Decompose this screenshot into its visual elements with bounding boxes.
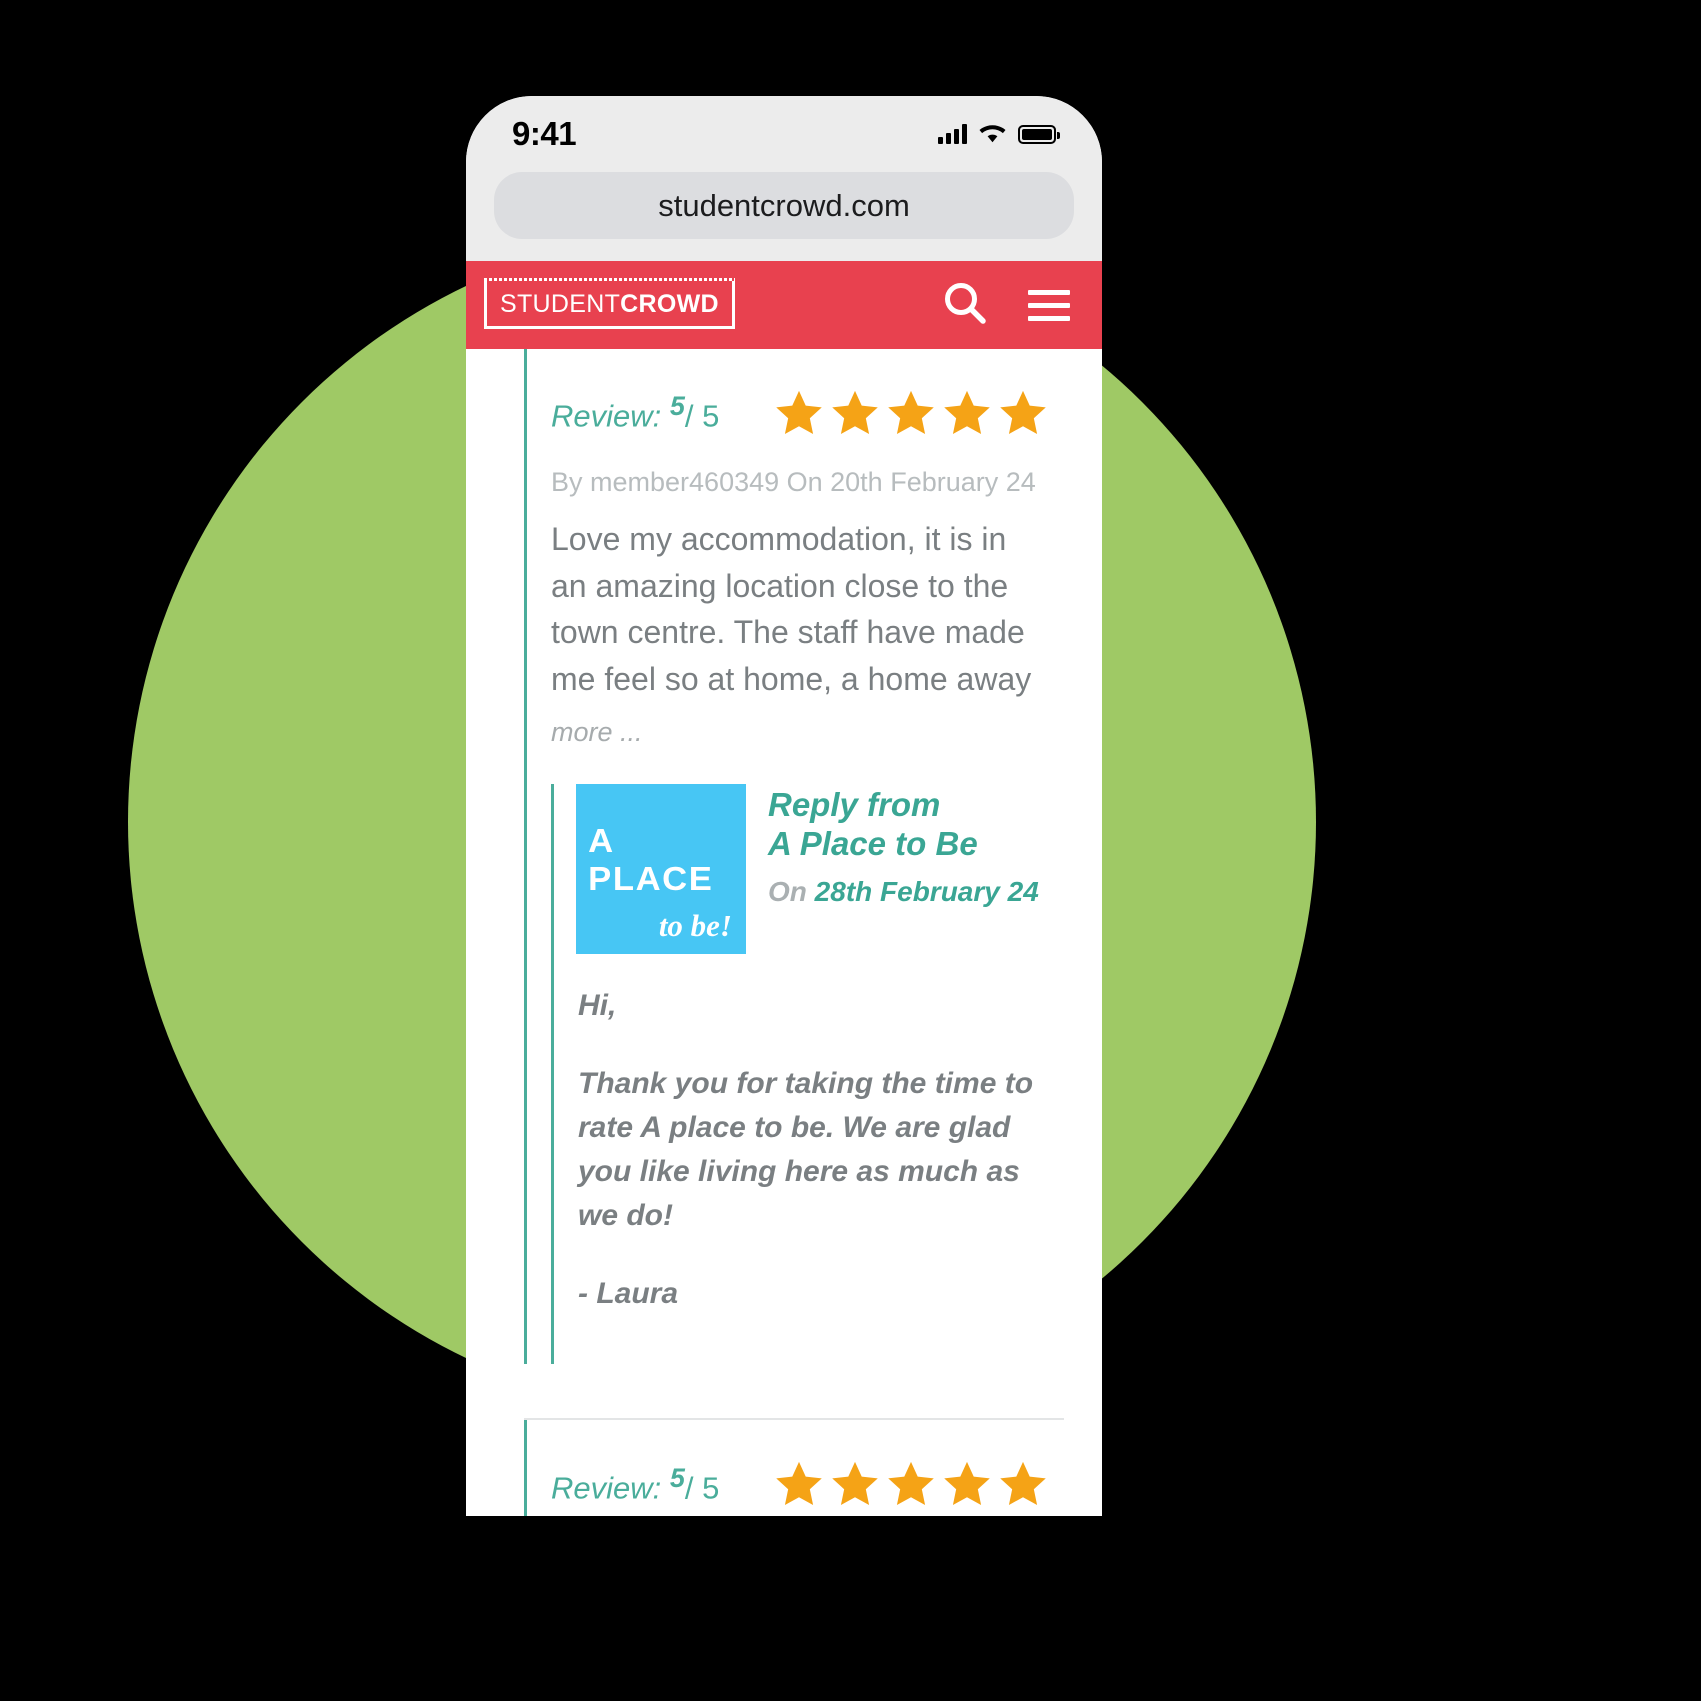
star-icon (888, 1462, 934, 1506)
status-bar-clock: 9:41 (512, 115, 577, 152)
reply-header: A PLACE to be! Reply from A Place to Be … (576, 783, 1064, 954)
reply-meta: Reply from A Place to Be On 28th Februar… (768, 784, 1039, 908)
review-rating-row: Review: 5/ 5 (527, 349, 1064, 439)
star-icon (944, 1462, 990, 1506)
review-byline: By member460349 On 20th February 24 (551, 467, 1036, 497)
star-rating (772, 1458, 1050, 1510)
star-icon (944, 390, 990, 435)
review-label: Review: (551, 1470, 662, 1506)
reply-paragraph: Thank you for taking the time to rate A … (578, 1066, 1034, 1233)
star-icon (888, 390, 934, 435)
header-actions (942, 280, 1070, 331)
reply-date-prefix: On (768, 875, 807, 907)
review-label: Review: (551, 398, 662, 434)
logo-text-light: STUDENT (500, 290, 621, 318)
reviews-page: Review: 5/ 5 By member460349 On 20th Feb… (466, 349, 1102, 1516)
review-score-outof: / 5 (684, 1470, 720, 1506)
search-icon[interactable] (942, 280, 988, 331)
star-icon (832, 390, 878, 435)
site-header: STUDENTCROWD (466, 261, 1102, 349)
review-score: Review: 5/ 5 (551, 1463, 719, 1506)
review-score-value: 5 (669, 391, 685, 422)
url-input[interactable]: studentcrowd.com (494, 172, 1074, 239)
browser-url-bar-container: studentcrowd.com (466, 172, 1102, 261)
review-score-outof: / 5 (684, 398, 720, 434)
review-content: Review: 5/ 5 By member561377 On 27th Feb… (524, 1420, 1064, 1516)
signal-bars-icon (938, 124, 967, 144)
review-byline: By member561377 On 27th February 24 (527, 1510, 1064, 1516)
reply-paragraph: Hi, (578, 988, 617, 1022)
review-rating-row: Review: 5/ 5 (527, 1420, 1064, 1510)
star-rating (772, 387, 1050, 439)
review-reply: A PLACE to be! Reply from A Place to Be … (551, 783, 1064, 1365)
url-text: studentcrowd.com (658, 187, 910, 223)
reply-body: Hi, Thank you for taking the time to rat… (576, 954, 1064, 1317)
reply-date: 28th February 24 (814, 875, 1039, 907)
reply-logo-line1: A PLACE (588, 821, 714, 897)
a-place-to-be-logo: A PLACE to be! (576, 783, 746, 954)
star-icon (1000, 390, 1046, 435)
star-icon (832, 1462, 878, 1506)
star-icon (776, 1462, 822, 1506)
phone-mockup: 9:41 studentcrowd.com STUDENTCROWD Revie… (466, 96, 1102, 1516)
review-item: Review: 5/ 5 By member460349 On 20th Feb… (466, 349, 1102, 1365)
star-icon (1000, 1462, 1046, 1506)
review-score-value: 5 (669, 1462, 685, 1493)
review-content: Review: 5/ 5 By member460349 On 20th Feb… (524, 349, 1064, 1365)
star-icon (776, 390, 822, 435)
review-more-link[interactable]: more ... (527, 703, 1064, 748)
review-body: Love my accommodation, it is in an amazi… (551, 521, 1032, 698)
review-score: Review: 5/ 5 (551, 391, 719, 434)
studentcrowd-logo[interactable]: STUDENTCROWD (484, 278, 735, 329)
reply-logo-line2: to be! (658, 907, 732, 943)
reply-signature: - Laura (578, 1277, 679, 1311)
status-bar-icons (938, 124, 1060, 144)
status-bar: 9:41 (466, 96, 1102, 172)
hamburger-menu-icon[interactable] (1028, 282, 1070, 329)
reply-date-row: On 28th February 24 (768, 876, 1039, 908)
wifi-icon (979, 125, 1006, 143)
logo-text: STUDENTCROWD (500, 290, 719, 319)
review-item: Review: 5/ 5 By member561377 On 27th Feb… (466, 1420, 1102, 1516)
battery-icon (1018, 124, 1060, 144)
logo-text-bold: CROWD (620, 290, 719, 318)
reply-heading: Reply from A Place to Be (768, 785, 978, 862)
